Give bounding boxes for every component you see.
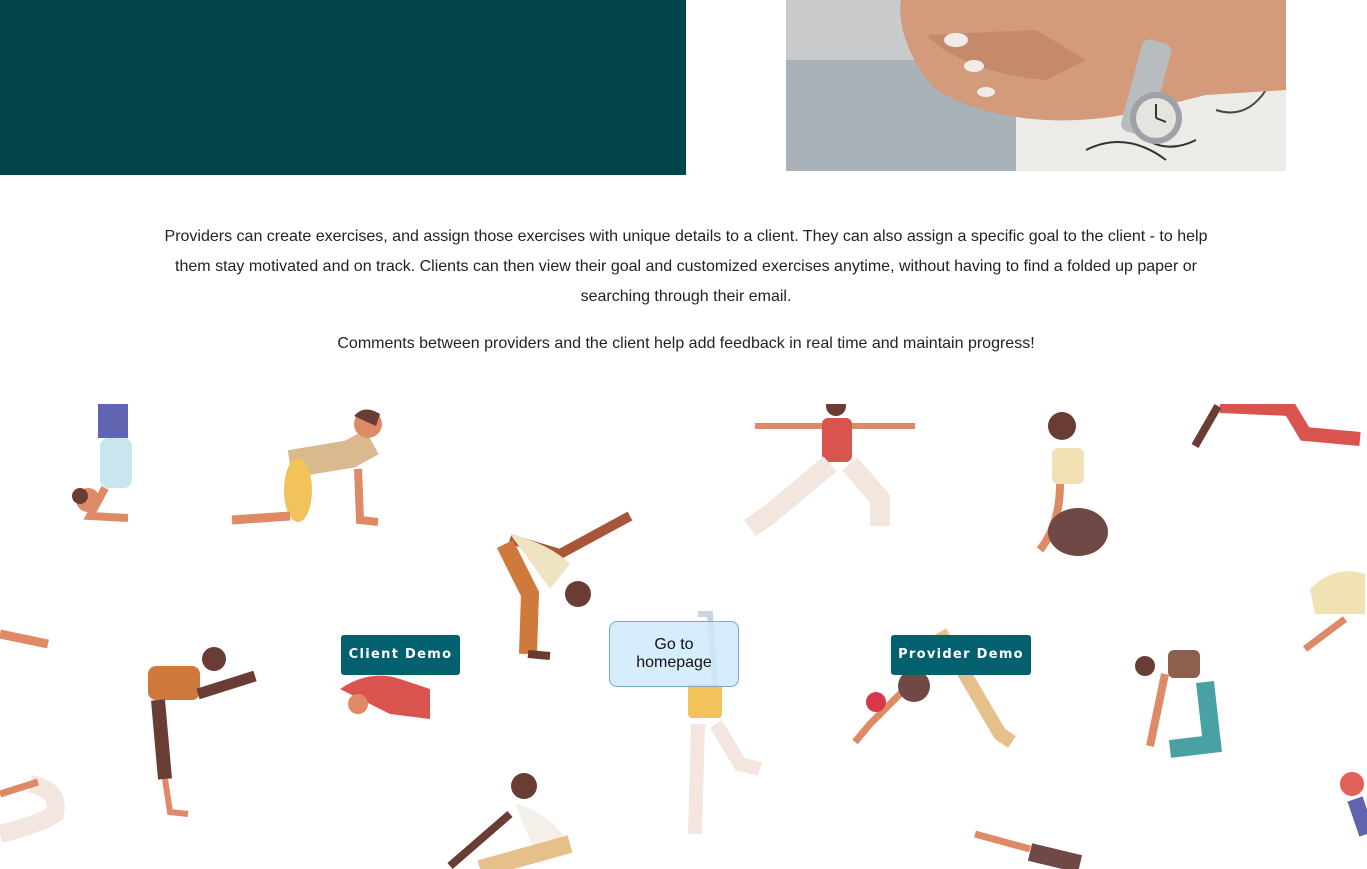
provider-demo-button[interactable]: Provider Demo <box>891 635 1031 675</box>
go-to-homepage-button[interactable]: Go to homepage <box>609 621 739 687</box>
yoga-figure-bottom-right <box>974 772 1367 869</box>
yoga-figure-kneeling <box>1036 412 1108 556</box>
intro-paragraph: Providers can create exercises, and assi… <box>164 228 1208 305</box>
yoga-figure-seated-right <box>1302 571 1365 652</box>
yoga-figure-edge-left <box>0 629 49 649</box>
yoga-figure-tabletop <box>231 409 382 526</box>
yoga-figure-reclined <box>0 775 65 843</box>
hand-watch-photo <box>786 0 1286 171</box>
yoga-figure-bow <box>340 675 430 719</box>
yoga-figure-camel <box>1135 650 1222 758</box>
yoga-figure-forward-fold <box>447 773 573 869</box>
yoga-figure-leg-raise <box>148 647 257 817</box>
comments-paragraph: Comments between providers and the clien… <box>337 335 1035 352</box>
client-demo-button[interactable]: Client Demo <box>341 635 460 675</box>
yoga-figure-warrior <box>744 404 915 537</box>
teal-hero-block <box>0 0 686 175</box>
yoga-figure-headstand <box>72 404 132 522</box>
yoga-figure-lunge <box>1191 404 1361 448</box>
